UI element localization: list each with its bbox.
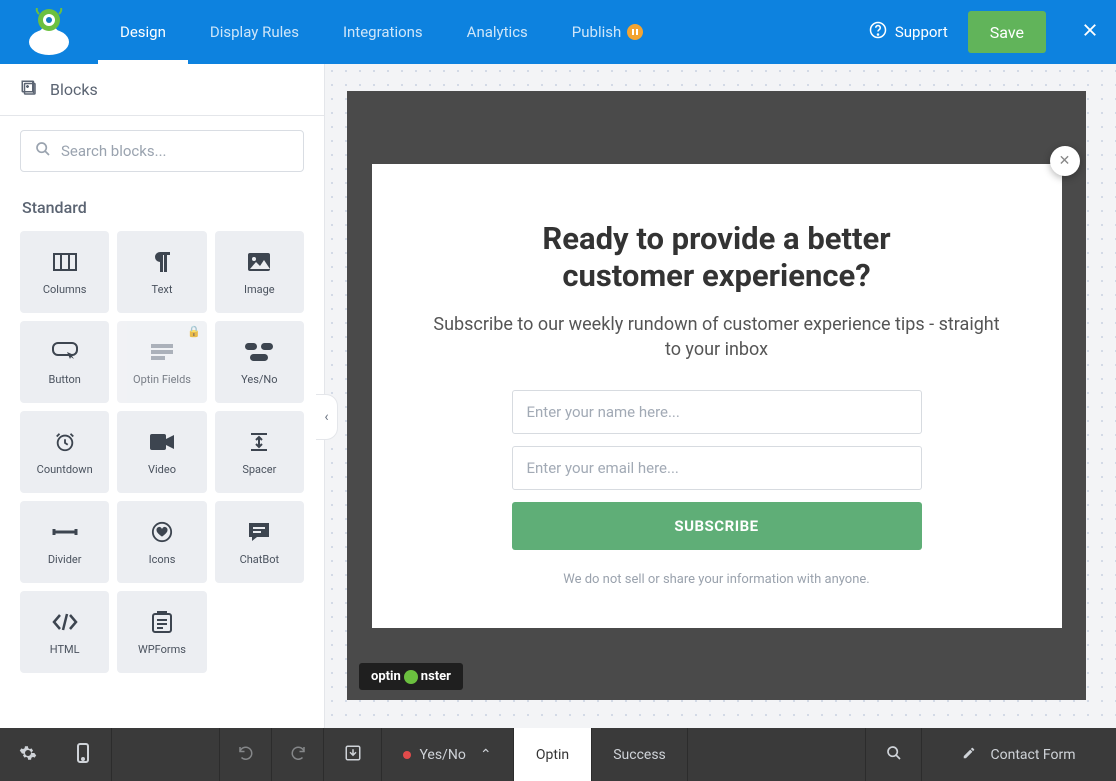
- preview-frame: ✕ Ready to provide a better customer exp…: [347, 91, 1086, 700]
- search-icon: [886, 745, 902, 765]
- block-icons[interactable]: Icons: [117, 501, 206, 583]
- lock-icon: 🔒: [187, 325, 201, 338]
- block-divider[interactable]: Divider: [20, 501, 109, 583]
- nav-tab-display-rules[interactable]: Display Rules: [188, 0, 321, 64]
- chevron-up-icon: ⌃: [480, 747, 492, 763]
- heart-icon: [151, 519, 173, 545]
- brand-watermark: optinnster: [359, 663, 463, 690]
- view-yes-no[interactable]: Yes/No ⌃: [382, 728, 514, 781]
- mobile-icon: [77, 743, 89, 767]
- view-success[interactable]: Success: [592, 728, 688, 781]
- sidebar-title: Blocks: [50, 80, 98, 99]
- popup-close-button[interactable]: ✕: [1050, 146, 1080, 176]
- redo-button[interactable]: [272, 728, 324, 781]
- save-button[interactable]: Save: [968, 11, 1046, 53]
- privacy-note[interactable]: We do not sell or share your information…: [563, 572, 869, 587]
- code-icon: [52, 609, 78, 635]
- popup-form: SUBSCRIBE We do not sell or share your i…: [432, 390, 1002, 587]
- block-wpforms[interactable]: WPForms: [117, 591, 206, 673]
- search-campaigns-button[interactable]: [866, 728, 922, 781]
- form-icon: [151, 339, 173, 365]
- email-input[interactable]: [512, 446, 922, 490]
- name-input[interactable]: [512, 390, 922, 434]
- nav-tab-publish[interactable]: Publish: [550, 0, 665, 64]
- import-button[interactable]: [324, 728, 382, 781]
- pencil-icon: [962, 746, 976, 764]
- nav-tab-integrations[interactable]: Integrations: [321, 0, 445, 64]
- settings-button[interactable]: [3, 744, 53, 766]
- top-nav: Design Display Rules Integrations Analyt…: [0, 0, 1116, 64]
- columns-icon: [53, 249, 77, 275]
- bottom-toolbar: Yes/No ⌃ Optin Success Contact Form: [0, 728, 1116, 781]
- clock-icon: [54, 429, 76, 455]
- search-icon: [35, 141, 51, 161]
- block-countdown[interactable]: Countdown: [20, 411, 109, 493]
- video-icon: [150, 429, 174, 455]
- block-optin-fields[interactable]: 🔒 Optin Fields: [117, 321, 206, 403]
- brand-logo: [0, 0, 98, 64]
- chevron-left-icon: ‹: [324, 409, 328, 425]
- popup-subheadline[interactable]: Subscribe to our weekly rundown of custo…: [432, 312, 1002, 362]
- divider-icon: [52, 519, 78, 545]
- close-button[interactable]: [1064, 0, 1116, 64]
- blocks-sidebar: Blocks Standard Columns Text: [0, 64, 325, 728]
- toggle-icon: [245, 339, 273, 365]
- collapse-sidebar-button[interactable]: ‹: [316, 394, 338, 440]
- nav-tab-design[interactable]: Design: [98, 0, 188, 64]
- button-icon: [52, 339, 78, 365]
- close-icon: [1081, 21, 1099, 43]
- block-image[interactable]: Image: [215, 231, 304, 313]
- paragraph-icon: [153, 249, 171, 275]
- gear-icon: [19, 744, 37, 766]
- block-text[interactable]: Text: [117, 231, 206, 313]
- search-input[interactable]: [61, 142, 289, 160]
- wpforms-icon: [152, 609, 172, 635]
- image-icon: [248, 249, 270, 275]
- undo-button[interactable]: [220, 728, 272, 781]
- blocks-grid: Columns Text Image Button 🔒 Optin Field: [0, 231, 324, 673]
- block-columns[interactable]: Columns: [20, 231, 109, 313]
- block-button[interactable]: Button: [20, 321, 109, 403]
- block-spacer[interactable]: Spacer: [215, 411, 304, 493]
- sidebar-header: Blocks: [0, 64, 324, 116]
- editor-canvas: ✕ Ready to provide a better customer exp…: [325, 64, 1116, 728]
- blocks-icon: [20, 79, 38, 101]
- view-optin[interactable]: Optin: [514, 728, 592, 781]
- undo-icon: [237, 744, 255, 766]
- campaign-name[interactable]: Contact Form: [922, 728, 1116, 781]
- subscribe-button[interactable]: SUBSCRIBE: [512, 502, 922, 550]
- block-video[interactable]: Video: [117, 411, 206, 493]
- redo-icon: [289, 744, 307, 766]
- nav-tabs: Design Display Rules Integrations Analyt…: [98, 0, 665, 64]
- block-chatbot[interactable]: ChatBot: [215, 501, 304, 583]
- block-html[interactable]: HTML: [20, 591, 109, 673]
- block-yes-no[interactable]: Yes/No: [215, 321, 304, 403]
- help-icon: [869, 21, 887, 43]
- section-standard: Standard: [0, 180, 324, 231]
- search-blocks[interactable]: [20, 130, 304, 172]
- download-icon: [344, 744, 362, 766]
- nav-tab-analytics[interactable]: Analytics: [445, 0, 550, 64]
- optin-popup[interactable]: ✕ Ready to provide a better customer exp…: [372, 164, 1062, 628]
- popup-headline[interactable]: Ready to provide a better customer exper…: [432, 220, 1002, 294]
- mobile-preview-button[interactable]: [58, 743, 108, 767]
- status-dot-icon: [403, 751, 411, 759]
- chat-icon: [248, 519, 270, 545]
- publish-status-badge: [627, 24, 643, 40]
- support-link[interactable]: Support: [849, 21, 968, 43]
- close-icon: ✕: [1059, 153, 1071, 169]
- spacer-icon: [249, 429, 269, 455]
- support-label: Support: [895, 23, 948, 41]
